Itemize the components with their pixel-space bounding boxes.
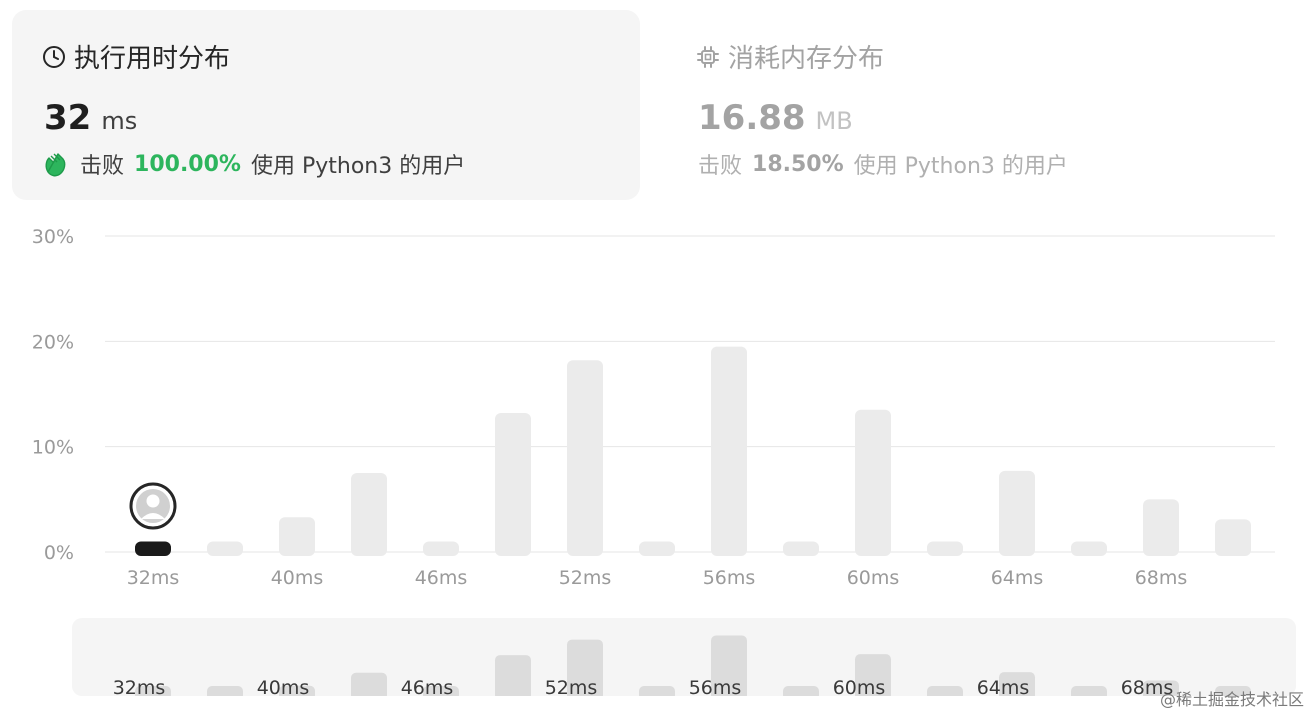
- overview-label: 32ms: [113, 677, 166, 696]
- chart-bar-current[interactable]: [135, 541, 171, 556]
- avatar: [129, 482, 177, 530]
- memory-card[interactable]: 消耗内存分布 16.88 MB 击败 18.50% 使用 Python3 的用户: [660, 10, 1290, 200]
- x-tick-label: 56ms: [703, 567, 756, 589]
- chart-bar[interactable]: [567, 360, 603, 556]
- watermark: @稀土掘金技术社区: [1159, 690, 1304, 709]
- chart-bar[interactable]: [423, 541, 459, 556]
- runtime-beats-pct: 100.00%: [134, 151, 241, 177]
- runtime-title: 执行用时分布: [42, 38, 230, 75]
- overview-label: 46ms: [401, 677, 454, 696]
- y-tick-label: 0%: [44, 542, 74, 564]
- x-tick-label: 46ms: [415, 567, 468, 589]
- overview-bar: [495, 655, 531, 696]
- overview-bar: [351, 672, 387, 696]
- x-tick-label: 32ms: [127, 567, 180, 589]
- clock-icon: [43, 45, 65, 68]
- memory-title-text: 消耗内存分布: [728, 44, 885, 74]
- chart-bar[interactable]: [1143, 499, 1179, 556]
- chart-bar[interactable]: [279, 517, 315, 556]
- overview-bar: [207, 686, 243, 696]
- chart-bar[interactable]: [999, 470, 1035, 556]
- runtime-beats: 击败 100.00% 使用 Python3 的用户: [42, 148, 465, 180]
- memory-value: 16.88: [698, 98, 806, 138]
- chart-bar[interactable]: [495, 412, 531, 556]
- x-tick-label: 60ms: [847, 567, 900, 589]
- chart-bar[interactable]: [927, 541, 963, 556]
- overview-range-bar[interactable]: 32ms 40ms 46ms 52ms 56ms 60ms 64ms 68ms: [72, 618, 1296, 696]
- memory-beats-suffix: 使用 Python3 的用户: [853, 154, 1068, 179]
- overview-label: 40ms: [257, 677, 310, 696]
- overview-label: 56ms: [689, 677, 742, 696]
- overview-label: 60ms: [833, 677, 886, 696]
- overview-label: 52ms: [545, 677, 598, 696]
- chart-bar[interactable]: [711, 346, 747, 556]
- chart-bar[interactable]: [207, 541, 243, 556]
- overview-label: 64ms: [977, 677, 1030, 696]
- memory-unit: MB: [815, 107, 853, 135]
- runtime-beats-label: 击败: [80, 154, 125, 179]
- x-tick-label: 68ms: [1135, 567, 1188, 589]
- clap-icon: [45, 153, 66, 177]
- overview-bar: [783, 686, 819, 696]
- x-tick-label: 40ms: [271, 567, 324, 589]
- memory-beats: 击败 18.50% 使用 Python3 的用户: [698, 148, 1068, 180]
- memory-title: 消耗内存分布: [696, 38, 884, 75]
- y-tick-label: 20%: [32, 331, 74, 353]
- memory-beats-pct: 18.50%: [752, 151, 844, 177]
- chart-bar[interactable]: [639, 541, 675, 556]
- chart-bar[interactable]: [1215, 519, 1251, 556]
- x-tick-label: 64ms: [991, 567, 1044, 589]
- runtime-value: 32: [44, 98, 92, 138]
- runtime-card[interactable]: 执行用时分布 32 ms 击败 100.00% 使用 Python3 的用户: [12, 10, 640, 200]
- runtime-distribution-chart[interactable]: 30% 20% 10% 0% 32ms 40ms 46ms 52ms 56ms 60ms 64ms 6…: [0, 220, 1310, 600]
- x-tick-label: 52ms: [559, 567, 612, 589]
- runtime-beats-suffix: 使用 Python3 的用户: [250, 154, 466, 179]
- chart-bar[interactable]: [855, 409, 891, 556]
- y-tick-label: 10%: [32, 437, 74, 459]
- chart-bar[interactable]: [351, 473, 387, 556]
- overview-bar: [639, 686, 675, 696]
- chart-bar[interactable]: [783, 541, 819, 556]
- runtime-metric: 32 ms: [44, 98, 137, 138]
- memory-metric: 16.88 MB: [698, 98, 853, 138]
- chart-bar[interactable]: [1071, 541, 1107, 556]
- memory-beats-label: 击败: [698, 154, 743, 179]
- runtime-unit: ms: [101, 107, 138, 135]
- runtime-title-text: 执行用时分布: [74, 44, 231, 74]
- chip-icon: [697, 45, 719, 68]
- y-tick-label: 30%: [32, 226, 74, 248]
- overview-bar: [927, 686, 963, 696]
- overview-bar: [1071, 686, 1107, 696]
